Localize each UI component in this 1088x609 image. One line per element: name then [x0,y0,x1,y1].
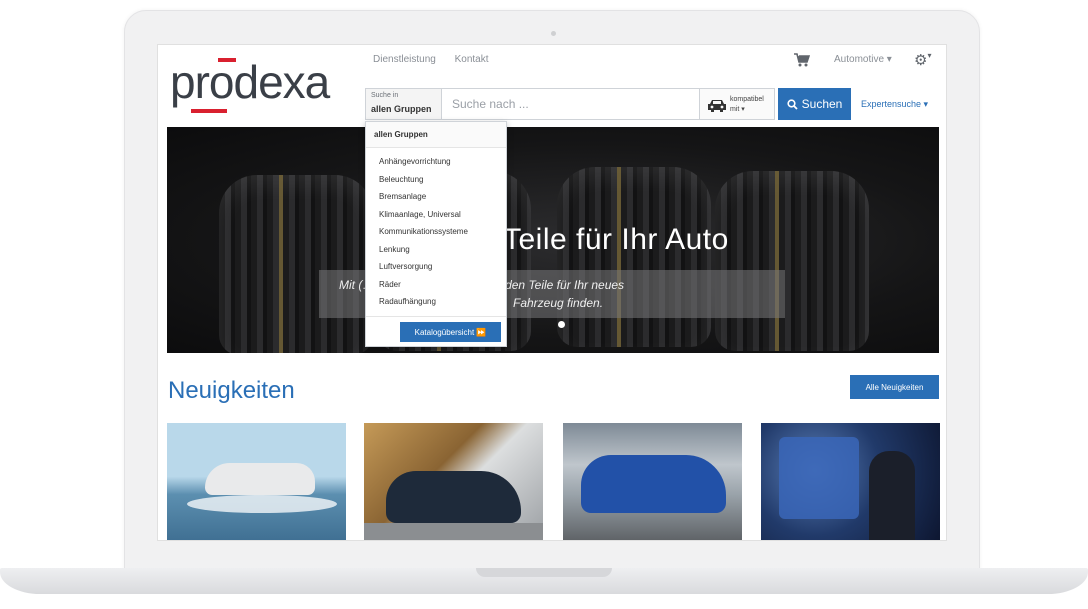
prodexa-logo[interactable]: prodexa [170,59,330,105]
gear-icon[interactable]: ⚙▾ [914,51,934,69]
dropdown-item[interactable]: Luftversorgung [379,258,506,276]
dropdown-item[interactable]: Radaufhängung [379,293,506,311]
dropdown-item[interactable]: Anhängevorrichtung [379,153,506,171]
nav-link-kontakt[interactable]: Kontakt [455,54,489,65]
dropdown-item[interactable]: Beleuchtung [379,171,506,189]
news-image-mercedes[interactable] [364,423,543,540]
all-news-button[interactable]: Alle Neuigkeiten [850,375,939,399]
vehicle-shape [386,471,521,523]
search-button[interactable]: Suchen [778,88,851,120]
expert-search-link[interactable]: Expertensuche ▾ [861,99,928,110]
hero-tire-image [715,171,869,351]
browser-screen: prodexa Dienstleistung Kontakt Automotiv… [157,44,947,541]
dropdown-item[interactable]: Lenkung [379,241,506,259]
carousel-dot[interactable] [558,321,565,328]
compatible-with-label: kompatibel mit ▾ [730,96,764,113]
hero-banner: Teile für Ihr Auto Mit (…) und einfach d… [167,127,939,353]
hero-title: Teile für Ihr Auto [503,223,729,256]
hero-tire-image [219,175,373,353]
logo-underline [191,109,227,113]
compatible-with-select[interactable]: kompatibel mit ▾ [700,88,775,120]
cart-icon[interactable] [794,53,810,67]
dropdown-item[interactable]: Bremsanlage [379,188,506,206]
vehicle-shape [581,455,726,513]
search-scope-select[interactable]: Suche in allen Gruppen ▾ [365,88,442,132]
dropdown-item[interactable]: Kommunikationssysteme [379,223,506,241]
news-image-engine[interactable] [761,423,940,540]
dropdown-footer: Katalogübersicht ⏩ [366,316,506,346]
car-icon [708,100,726,112]
hero-tire-image [557,167,711,347]
nav-link-dienstleistung[interactable]: Dienstleistung [373,54,436,65]
dropdown-item-all-groups[interactable]: allen Gruppen [366,122,506,148]
laptop-base-notch [476,568,612,577]
group-dropdown-menu: allen Gruppen Anhängevorrichtung Beleuch… [365,121,507,347]
dropdown-item[interactable]: Räder [379,276,506,294]
search-icon [787,98,798,110]
news-image-audi[interactable] [563,423,742,540]
search-scope-caption: Suche in [371,92,399,99]
top-nav: Dienstleistung Kontakt [373,54,505,65]
catalog-overview-button[interactable]: Katalogübersicht ⏩ [400,322,501,342]
engine-shape [779,437,859,519]
person-silhouette [869,451,915,540]
news-heading: Neuigkeiten [168,377,295,404]
news-image-amphibious-car[interactable] [167,423,346,540]
logo-accent-bar [218,58,236,62]
automotive-select[interactable]: Automotive ▾ [834,54,892,65]
vehicle-shape [205,463,315,495]
search-button-label: Suchen [801,97,843,111]
search-input[interactable] [442,88,700,120]
settings-caret: ▾ [927,51,932,60]
water-splash [187,495,337,513]
ground [364,523,543,540]
camera-dot [551,31,556,36]
dropdown-list: Anhängevorrichtung Beleuchtung Bremsanla… [366,148,506,311]
dropdown-item[interactable]: Klimaanlage, Universal [379,206,506,224]
